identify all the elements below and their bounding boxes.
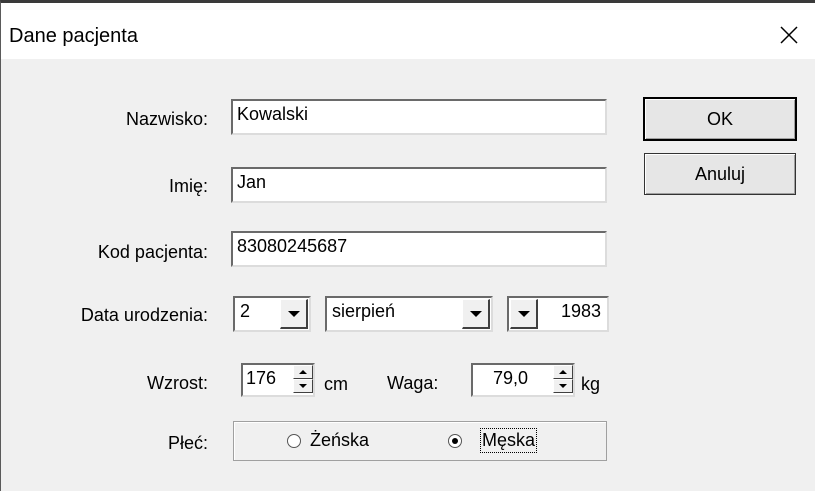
weight-input[interactable]: 79,0 xyxy=(471,363,575,397)
arrow-down-icon xyxy=(559,384,567,388)
weight-decrement-button[interactable] xyxy=(553,379,573,393)
chevron-down-icon xyxy=(287,310,300,317)
title-bar: Dane pacjenta xyxy=(1,3,815,59)
height-value: 176 xyxy=(246,368,277,388)
birth-day-select[interactable]: 2 xyxy=(233,296,311,332)
ok-button[interactable]: OK xyxy=(643,97,797,141)
weight-value: 79,0 xyxy=(493,368,529,388)
patient-code-label: Kod pacjenta: xyxy=(97,242,208,262)
firstname-input[interactable]: Jan xyxy=(231,167,607,203)
birth-year-select[interactable]: 1983 xyxy=(507,296,609,332)
chevron-down-icon xyxy=(469,310,482,317)
sex-female-label[interactable]: Żeńska xyxy=(310,430,369,451)
weight-increment-button[interactable] xyxy=(553,365,573,379)
surname-label: Nazwisko: xyxy=(125,109,208,129)
radio-selected-dot xyxy=(452,438,458,444)
arrow-down-icon xyxy=(299,384,307,388)
patient-code-input[interactable]: 83080245687 xyxy=(231,231,607,267)
sex-male-label[interactable]: Męska xyxy=(479,428,538,453)
weight-unit: kg xyxy=(581,374,601,394)
birth-month-value: sierpień xyxy=(332,301,396,321)
birth-day-value: 2 xyxy=(240,301,251,321)
height-label: Wzrost: xyxy=(147,373,208,393)
height-spinner[interactable] xyxy=(293,365,313,395)
sex-label: Płeć: xyxy=(167,433,208,453)
birth-year-value: 1983 xyxy=(560,301,601,321)
arrow-up-icon xyxy=(299,370,307,374)
chevron-down-icon xyxy=(517,310,530,317)
sex-female-radio[interactable] xyxy=(287,434,301,448)
patient-dialog: Dane pacjenta Nazwisko: Kowalski Imię: J… xyxy=(0,0,815,491)
height-unit: cm xyxy=(324,374,348,394)
sex-group: Żeńska Męska xyxy=(233,421,607,461)
birth-date-label: Data urodzenia: xyxy=(80,305,208,325)
birth-day-dropdown-button[interactable] xyxy=(280,299,308,329)
sex-male-radio[interactable] xyxy=(448,434,462,448)
firstname-label: Imię: xyxy=(168,176,208,196)
birth-year-dropdown-button[interactable] xyxy=(510,299,538,329)
birth-month-dropdown-button[interactable] xyxy=(462,299,490,329)
surname-input[interactable]: Kowalski xyxy=(231,99,607,135)
weight-spinner[interactable] xyxy=(553,365,573,395)
height-decrement-button[interactable] xyxy=(293,379,313,393)
weight-label: Waga: xyxy=(387,373,439,393)
height-increment-button[interactable] xyxy=(293,365,313,379)
arrow-up-icon xyxy=(559,370,567,374)
birth-month-select[interactable]: sierpień xyxy=(325,296,493,332)
dialog-title: Dane pacjenta xyxy=(9,25,138,47)
cancel-button[interactable]: Anuluj xyxy=(644,153,796,195)
height-input[interactable]: 176 xyxy=(241,363,315,397)
close-button[interactable] xyxy=(767,17,811,53)
close-icon xyxy=(780,26,798,44)
